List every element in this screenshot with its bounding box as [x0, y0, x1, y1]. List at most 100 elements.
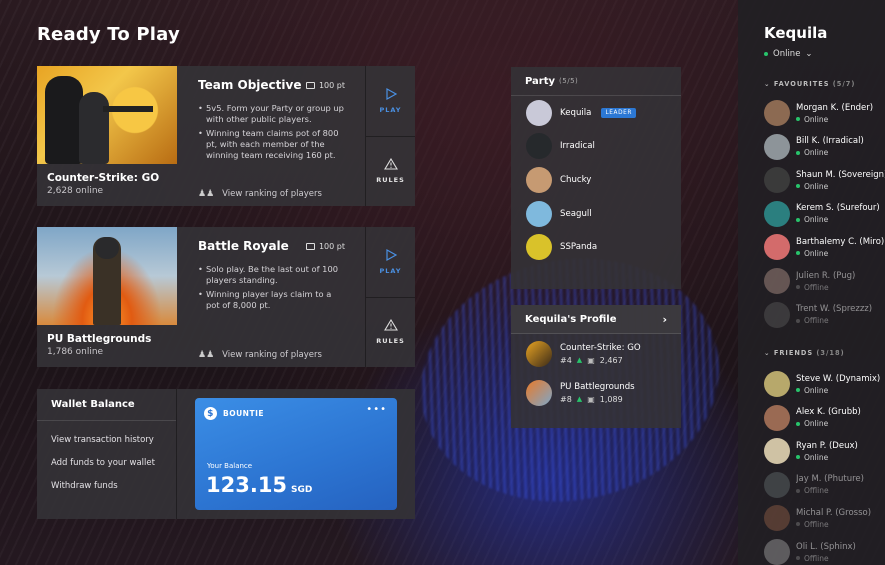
friend-status: Online — [796, 182, 885, 191]
game-thumbnail — [37, 66, 177, 164]
trophy-icon: ▣ — [587, 394, 595, 404]
party-member[interactable]: SSPanda — [511, 230, 681, 264]
profile-title: Kequila's Profile — [525, 313, 617, 325]
withdraw-funds-link[interactable]: Withdraw funds — [37, 481, 176, 491]
view-ranking-link[interactable]: ♟♟ View ranking of players — [198, 189, 322, 199]
avatar — [764, 167, 790, 194]
friend-item[interactable]: Alex K. (Grubb) Online — [764, 404, 885, 431]
friend-name: Alex K. (Grubb) — [796, 407, 861, 418]
avatar — [764, 505, 790, 532]
avatar — [764, 100, 790, 126]
friend-item[interactable]: Morgan K. (Ender) Online — [764, 100, 885, 126]
players-icon: ♟♟ — [198, 350, 215, 360]
member-name: SSPanda — [560, 242, 598, 253]
profile-header[interactable]: Kequila's Profile › — [511, 305, 681, 334]
avatar — [764, 404, 790, 431]
game-name: Counter-Strike: GO — [47, 172, 160, 184]
ticket-icon — [305, 81, 315, 89]
friend-item[interactable]: Oli L. (Sphinx) Offline — [764, 539, 885, 565]
avatar — [764, 301, 790, 328]
game-name: PU Battlegrounds — [47, 333, 152, 345]
game-info[interactable]: PU Battlegrounds 1,786 online — [37, 227, 177, 367]
play-button[interactable]: PLAY — [366, 227, 415, 297]
warning-icon — [383, 319, 398, 331]
friend-name: Shaun M. (Sovereign) — [796, 169, 885, 180]
friend-item[interactable]: Kerem S. (Surefour) Online — [764, 200, 885, 227]
friend-item[interactable]: Julien R. (Pug) Offline — [764, 268, 885, 294]
friend-item[interactable]: Shaun M. (Sovereign) Online — [764, 167, 885, 194]
avatar — [764, 133, 790, 160]
friend-name: Barthalemy C. (Miro) — [796, 236, 885, 247]
players-icon: ♟♟ — [198, 189, 215, 199]
game-card-csgo: Counter-Strike: GO 2,628 online Team Obj… — [37, 66, 415, 206]
bountie-card[interactable]: $ BOUNTIE ••• Your Balance 123.15 SGD — [195, 398, 397, 510]
dollar-icon: $ — [204, 407, 217, 420]
view-ranking-link[interactable]: ♟♟ View ranking of players — [198, 350, 322, 360]
friend-status: Online — [796, 419, 861, 428]
avatar — [526, 200, 552, 227]
avatar — [526, 99, 552, 126]
rules-button[interactable]: RULES — [366, 296, 415, 368]
page-title: Ready To Play — [37, 24, 180, 45]
friend-status: Offline — [796, 520, 871, 529]
friend-item[interactable]: Steve W. (Dynamix) Online — [764, 371, 885, 397]
friend-status: Offline — [796, 316, 872, 325]
add-funds-link[interactable]: Add funds to your wallet — [37, 458, 176, 468]
game-mode-details: Team Objective 100 pt 5v5. Form your Par… — [177, 66, 365, 206]
party-member[interactable]: Seagull — [511, 197, 681, 231]
status-dot — [796, 318, 800, 323]
friend-name: Steve W. (Dynamix) — [796, 373, 881, 384]
party-member[interactable]: Irradical — [511, 130, 681, 164]
friend-item[interactable]: Jay M. (Phuture) Offline — [764, 471, 885, 498]
rank: #8 — [560, 394, 572, 404]
leader-badge: LEADER — [601, 107, 637, 118]
party-member[interactable]: Kequila LEADER — [511, 96, 681, 130]
rank-up-icon: ▲ — [576, 395, 583, 403]
game-mode-description: Solo play. Be the last out of 100 player… — [198, 264, 345, 311]
avatar — [764, 438, 790, 465]
rank-up-icon: ▲ — [576, 356, 583, 364]
favourites-section-header[interactable]: ⌄ FAVOURITES (5/7) — [764, 80, 855, 88]
more-options-icon[interactable]: ••• — [366, 404, 387, 415]
friend-name: Jay M. (Phuture) — [796, 474, 864, 485]
game-card-pubg: PU Battlegrounds 1,786 online Battle Roy… — [37, 227, 415, 367]
friends-section-header[interactable]: ⌄ FRIENDS (3/18) — [764, 349, 845, 357]
friend-status: Online — [796, 249, 884, 258]
friend-item[interactable]: Michal P. (Grosso) Offline — [764, 505, 885, 532]
friend-item[interactable]: Ryan P. (Deux) Online — [764, 438, 885, 465]
friend-name: Trent W. (Sprezzz) — [796, 304, 873, 315]
avatar — [764, 268, 790, 294]
card-brand: BOUNTIE — [223, 409, 264, 418]
status-dot — [796, 522, 800, 527]
view-transaction-history-link[interactable]: View transaction history — [37, 435, 176, 445]
game-mode-description: 5v5. Form your Party or group up with ot… — [198, 103, 345, 161]
friend-status: Online — [796, 148, 864, 157]
friend-item[interactable]: Bill K. (Irradical) Online — [764, 133, 885, 160]
play-button[interactable]: PLAY — [366, 66, 415, 136]
friend-item[interactable]: Barthalemy C. (Miro) Online — [764, 234, 885, 261]
trophy-icon: ▣ — [587, 355, 595, 365]
profile-game-row[interactable]: Counter-Strike: GO #4 ▲ ▣ 2,467 — [511, 334, 681, 373]
status-dot — [796, 285, 800, 289]
friend-name: Oli L. (Sphinx) — [796, 541, 856, 552]
profile-game-name: Counter-Strike: GO — [560, 342, 641, 353]
party-member[interactable]: Chucky — [511, 163, 681, 197]
game-thumbnail — [37, 227, 177, 325]
member-name: Irradical — [560, 141, 595, 152]
friend-name: Michal P. (Grosso) — [796, 507, 872, 518]
friend-status: Offline — [796, 486, 864, 495]
rules-button[interactable]: RULES — [366, 135, 415, 207]
rank: #4 — [560, 355, 572, 365]
game-info[interactable]: Counter-Strike: GO 2,628 online — [37, 66, 177, 206]
status-dot — [796, 488, 800, 493]
friend-name: Julien R. (Pug) — [796, 270, 856, 281]
friend-status: Offline — [796, 283, 855, 292]
status-dropdown[interactable]: Online ⌄ — [764, 49, 813, 59]
friend-status: Online — [796, 453, 858, 462]
game-mode-title: Battle Royale — [198, 239, 289, 253]
profile-game-row[interactable]: PU Battlegrounds #8 ▲ ▣ 1,089 — [511, 373, 681, 412]
status-dot — [796, 150, 800, 155]
current-user-name: Kequila — [764, 24, 828, 42]
friend-item[interactable]: Trent W. (Sprezzz) Offline — [764, 301, 885, 328]
member-name: Kequila — [560, 107, 592, 118]
